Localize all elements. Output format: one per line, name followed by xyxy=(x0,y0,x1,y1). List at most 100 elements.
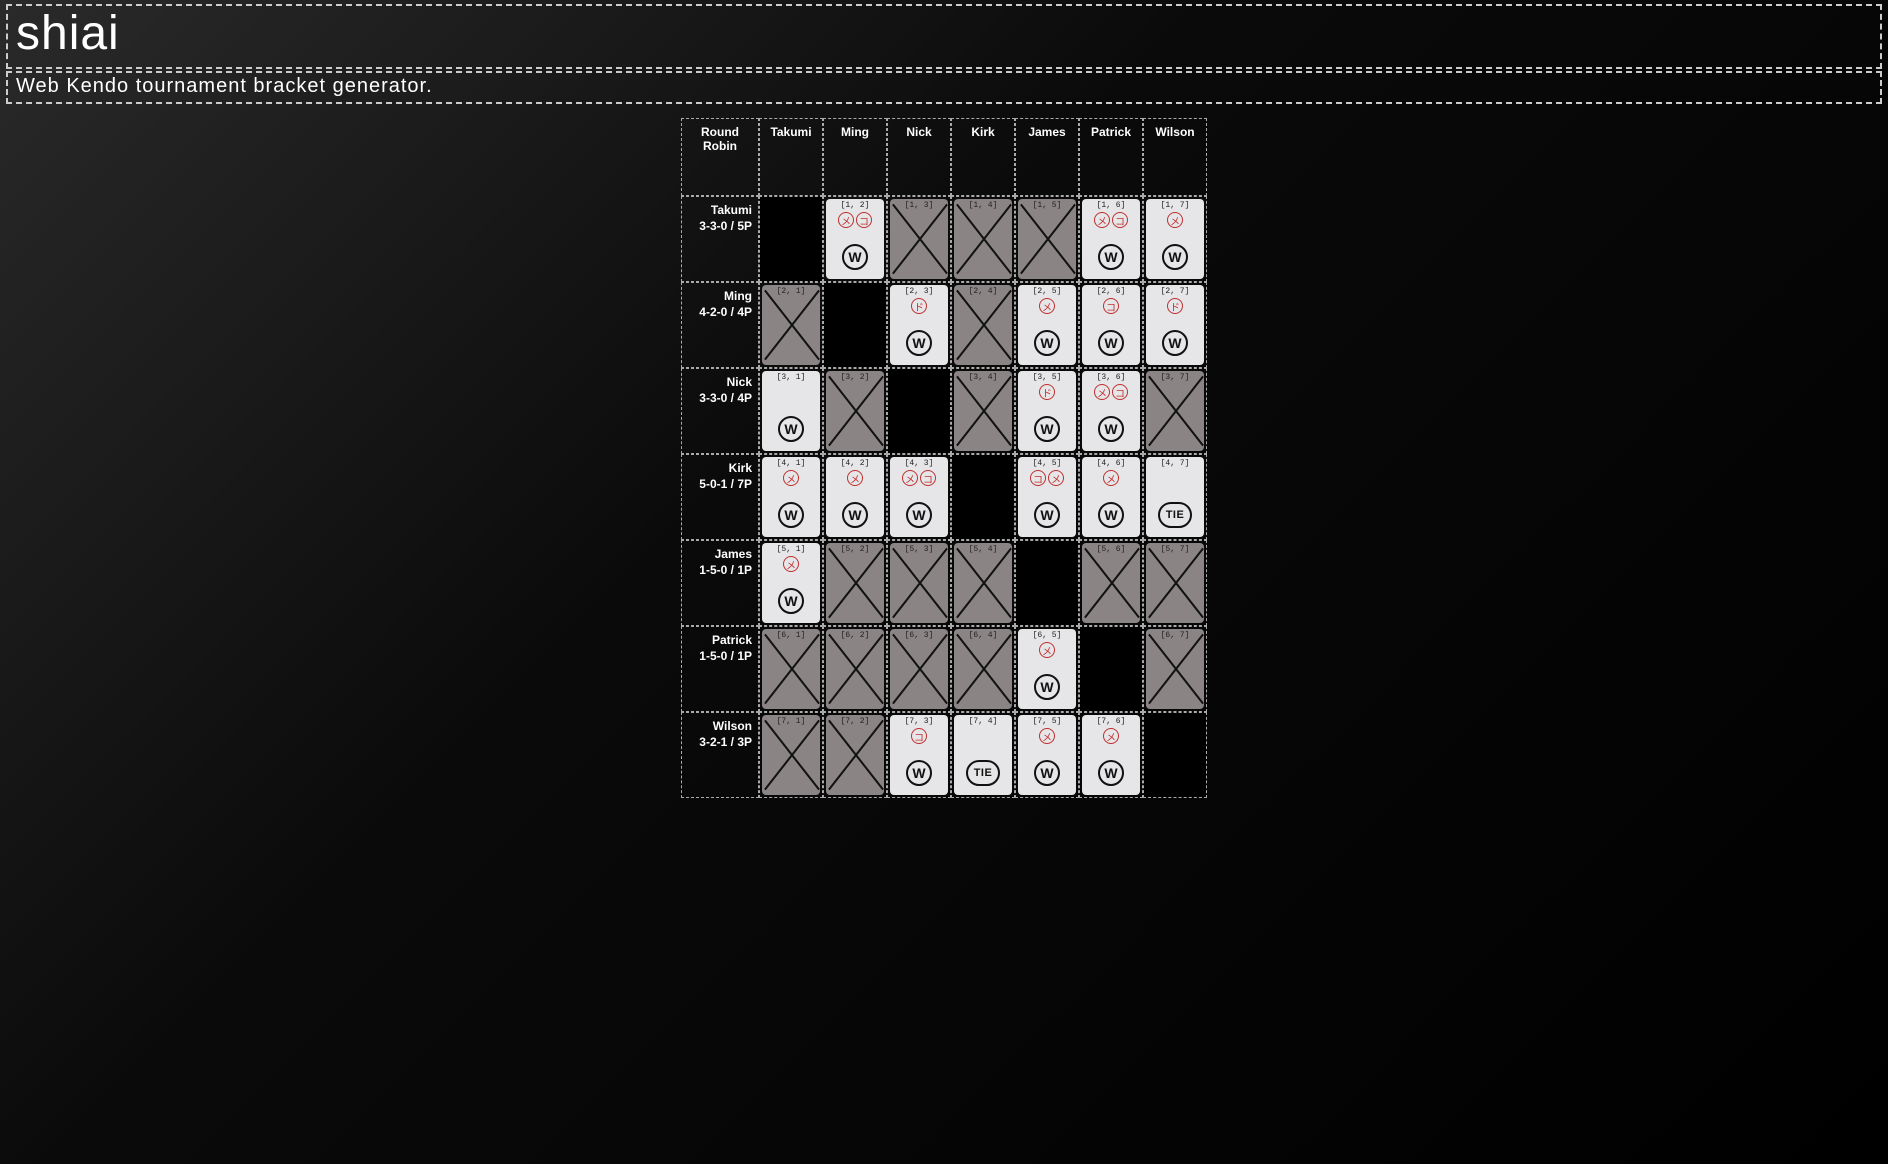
point-badge: コ xyxy=(1112,212,1128,228)
result-badge: W xyxy=(1034,760,1060,786)
match-cell[interactable]: [3, 5]ドW xyxy=(1015,368,1079,454)
point-badge: メ xyxy=(902,470,918,486)
match-coord: [4, 2] xyxy=(841,459,870,468)
match-coord: [1, 3] xyxy=(905,201,934,210)
match-coord: [1, 2] xyxy=(841,201,870,210)
result-badge: W xyxy=(1034,330,1060,356)
points-row: メコ xyxy=(1094,384,1128,402)
match-cell[interactable]: [1, 7]メW xyxy=(1143,196,1207,282)
match-cell[interactable]: [2, 3]ドW xyxy=(887,282,951,368)
match-cell[interactable]: [1, 6]メコW xyxy=(1079,196,1143,282)
points-row: コ xyxy=(1103,298,1119,316)
points-row: コメ xyxy=(1030,470,1064,488)
app-title: shiai xyxy=(6,4,1882,69)
point-badge: ド xyxy=(1167,298,1183,314)
point-badge: コ xyxy=(911,728,927,744)
row-header: Ming4-2-0 / 4P xyxy=(681,282,759,368)
points-row: コ xyxy=(911,728,927,746)
round-robin-grid: RoundRobinTakumiMingNickKirkJamesPatrick… xyxy=(681,118,1207,798)
match-cell[interactable]: [3, 2] xyxy=(823,368,887,454)
match-cell[interactable]: [5, 3] xyxy=(887,540,951,626)
point-badge: メ xyxy=(783,470,799,486)
match-cell[interactable]: [7, 3]コW xyxy=(887,712,951,798)
match-coord: [6, 3] xyxy=(905,631,934,640)
col-header: Nick xyxy=(887,118,951,196)
match-cell[interactable]: [4, 5]コメW xyxy=(1015,454,1079,540)
match-coord: [5, 3] xyxy=(905,545,934,554)
col-header: James xyxy=(1015,118,1079,196)
result-badge: W xyxy=(778,588,804,614)
row-header: Kirk5-0-1 / 7P xyxy=(681,454,759,540)
match-cell[interactable]: [7, 6]メW xyxy=(1079,712,1143,798)
point-badge: メ xyxy=(1094,212,1110,228)
match-cell[interactable]: [5, 6] xyxy=(1079,540,1143,626)
match-cell[interactable]: [6, 7] xyxy=(1143,626,1207,712)
match-coord: [7, 5] xyxy=(1033,717,1062,726)
col-header: Patrick xyxy=(1079,118,1143,196)
match-cell[interactable]: [2, 7]ドW xyxy=(1143,282,1207,368)
match-cell[interactable]: [5, 7] xyxy=(1143,540,1207,626)
match-cell[interactable]: [6, 2] xyxy=(823,626,887,712)
point-badge: コ xyxy=(1112,384,1128,400)
points-row: ド xyxy=(911,298,927,316)
row-header: James1-5-0 / 1P xyxy=(681,540,759,626)
result-badge: W xyxy=(1098,244,1124,270)
result-badge: W xyxy=(1034,416,1060,442)
match-cell[interactable]: [3, 7] xyxy=(1143,368,1207,454)
row-header: Takumi3-3-0 / 5P xyxy=(681,196,759,282)
match-cell[interactable]: [2, 1] xyxy=(759,282,823,368)
points-row: ド xyxy=(1039,384,1055,402)
match-cell[interactable]: [1, 5] xyxy=(1015,196,1079,282)
points-row: メコ xyxy=(1094,212,1128,230)
row-header: Nick3-3-0 / 4P xyxy=(681,368,759,454)
points-row: メ xyxy=(1039,298,1055,316)
match-cell[interactable]: [1, 2]メコW xyxy=(823,196,887,282)
match-cell[interactable]: [4, 6]メW xyxy=(1079,454,1143,540)
match-cell[interactable]: [4, 7]TIE xyxy=(1143,454,1207,540)
match-cell[interactable]: [7, 2] xyxy=(823,712,887,798)
point-badge: メ xyxy=(1167,212,1183,228)
result-badge: W xyxy=(1098,416,1124,442)
match-cell[interactable]: [7, 1] xyxy=(759,712,823,798)
match-cell[interactable]: [2, 4] xyxy=(951,282,1015,368)
match-cell[interactable]: [3, 4] xyxy=(951,368,1015,454)
match-cell[interactable]: [7, 4]TIE xyxy=(951,712,1015,798)
match-cell[interactable]: [6, 3] xyxy=(887,626,951,712)
match-cell[interactable]: [2, 5]メW xyxy=(1015,282,1079,368)
match-coord: [3, 7] xyxy=(1161,373,1190,382)
diagonal-cell xyxy=(951,454,1015,540)
point-badge: メ xyxy=(847,470,863,486)
match-cell[interactable]: [1, 3] xyxy=(887,196,951,282)
point-badge: コ xyxy=(1103,298,1119,314)
match-coord: [5, 2] xyxy=(841,545,870,554)
col-header: Ming xyxy=(823,118,887,196)
match-cell[interactable]: [3, 6]メコW xyxy=(1079,368,1143,454)
match-coord: [2, 3] xyxy=(905,287,934,296)
match-coord: [1, 5] xyxy=(1033,201,1062,210)
match-coord: [6, 5] xyxy=(1033,631,1062,640)
match-cell[interactable]: [4, 3]メコW xyxy=(887,454,951,540)
point-badge: メ xyxy=(1048,470,1064,486)
match-cell[interactable]: [6, 4] xyxy=(951,626,1015,712)
match-cell[interactable]: [3, 1]W xyxy=(759,368,823,454)
match-cell[interactable]: [5, 2] xyxy=(823,540,887,626)
match-cell[interactable]: [4, 2]メW xyxy=(823,454,887,540)
match-coord: [2, 7] xyxy=(1161,287,1190,296)
point-badge: メ xyxy=(838,212,854,228)
match-cell[interactable]: [6, 1] xyxy=(759,626,823,712)
match-coord: [4, 3] xyxy=(905,459,934,468)
match-cell[interactable]: [5, 4] xyxy=(951,540,1015,626)
match-cell[interactable]: [2, 6]コW xyxy=(1079,282,1143,368)
match-coord: [7, 1] xyxy=(777,717,806,726)
match-cell[interactable]: [6, 5]メW xyxy=(1015,626,1079,712)
match-coord: [1, 7] xyxy=(1161,201,1190,210)
match-cell[interactable]: [5, 1]メW xyxy=(759,540,823,626)
point-badge: コ xyxy=(1030,470,1046,486)
points-row: メ xyxy=(1039,728,1055,746)
match-coord: [7, 3] xyxy=(905,717,934,726)
match-cell[interactable]: [4, 1]メW xyxy=(759,454,823,540)
match-coord: [6, 2] xyxy=(841,631,870,640)
match-coord: [3, 1] xyxy=(777,373,806,382)
match-cell[interactable]: [1, 4] xyxy=(951,196,1015,282)
match-cell[interactable]: [7, 5] メW xyxy=(1015,712,1079,798)
